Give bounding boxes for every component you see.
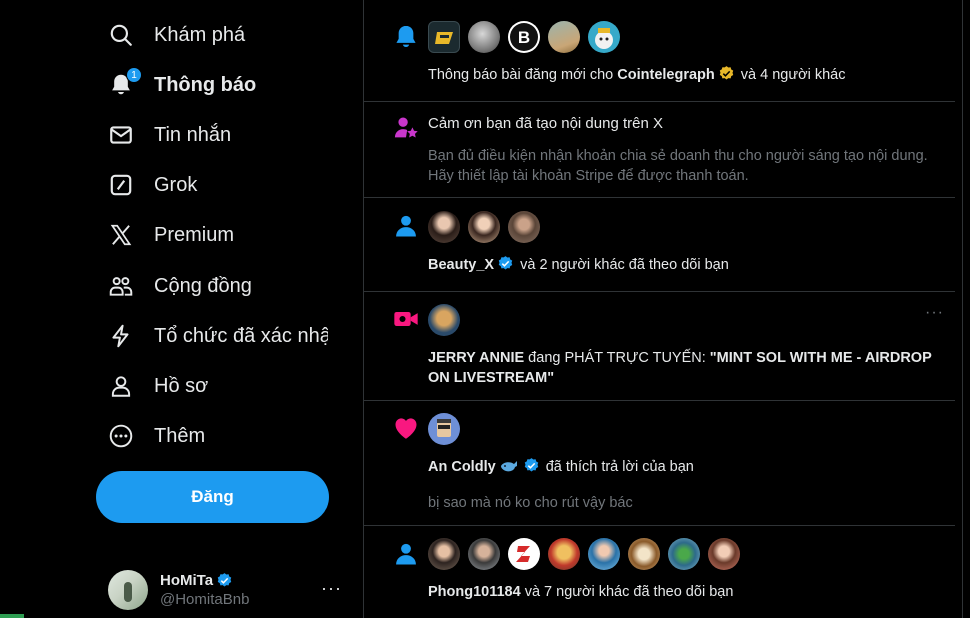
nav-explore[interactable]: Khám phá	[100, 10, 245, 60]
avatar[interactable]	[428, 211, 460, 243]
nav-label: Tin nhắn	[154, 123, 232, 146]
nav-label: Cộng đồng	[154, 274, 252, 297]
person-icon	[108, 373, 134, 399]
notification-text: đã thích trả lời của bạn	[541, 459, 694, 475]
nav-label: Tổ chức đã xác nhậ	[154, 324, 328, 347]
notification-text: đang PHÁT TRỰC TUYẾN:	[524, 350, 710, 366]
nav-label: Grok	[154, 173, 198, 196]
left-sidebar: Khám phá 1 Thông báo Tin nhắn Grok Premi…	[0, 0, 364, 618]
avatar[interactable]	[508, 538, 540, 570]
avatar-row	[428, 538, 748, 570]
nav-verified-orgs[interactable]: Tổ chức đã xác nhậ	[100, 311, 328, 361]
bell-notification-icon	[392, 23, 420, 51]
notification-text: và 7 người khác đã theo dõi bạn	[520, 584, 734, 600]
liked-reply-text: bị sao mà nó ko cho rút vậy bác	[428, 495, 633, 511]
notifications-timeline[interactable]: B Thông báo bài đăng mới cho Cointelegra…	[363, 0, 963, 618]
search-icon	[108, 22, 134, 48]
avatar[interactable]	[428, 413, 460, 445]
avatar	[108, 570, 148, 610]
scrollbar-track[interactable]	[955, 0, 962, 618]
avatar[interactable]	[508, 211, 540, 243]
notification-user-name[interactable]: An Coldly	[428, 459, 496, 475]
avatar[interactable]	[588, 21, 620, 53]
avatar[interactable]	[548, 538, 580, 570]
lightning-icon	[108, 323, 134, 349]
nav-communities[interactable]: Cộng đồng	[100, 261, 252, 311]
people-icon	[108, 273, 134, 299]
more-circle-icon	[108, 423, 134, 449]
creator-star-icon	[392, 114, 420, 142]
nav-premium[interactable]: Premium	[100, 210, 234, 260]
grok-icon	[108, 172, 134, 198]
verified-badge-icon	[216, 572, 233, 589]
follow-person-icon	[392, 212, 420, 240]
envelope-icon	[108, 122, 134, 148]
heart-icon	[392, 414, 420, 442]
notification-item[interactable]: An Coldly đã thích trả lời của bạn bị sa…	[364, 401, 962, 526]
avatar[interactable]	[588, 538, 620, 570]
notification-user-name[interactable]: Cointelegraph	[617, 67, 714, 83]
verified-badge-icon	[497, 255, 514, 272]
avatar[interactable]	[668, 538, 700, 570]
nav-label: Hồ sơ	[154, 374, 209, 397]
nav-label: Khám phá	[154, 23, 246, 46]
svg-text:B: B	[518, 28, 530, 47]
taskbar-indicator	[0, 614, 24, 618]
notification-user-name[interactable]: Phong101184	[428, 584, 521, 600]
avatar[interactable]	[548, 21, 580, 53]
notification-user-name[interactable]: JERRY ANNIE	[428, 350, 524, 366]
notification-item[interactable]: Cảm ơn bạn đã tạo nội dung trên X Bạn đủ…	[364, 102, 962, 198]
bell-icon: 1	[108, 67, 142, 98]
nav-label: Thêm	[154, 424, 206, 447]
notification-text: Thông báo bài đăng mới cho	[428, 67, 618, 83]
whale-emoji-icon	[500, 461, 517, 472]
account-name: HoMiTa	[160, 572, 214, 589]
follow-person-icon	[392, 540, 420, 568]
live-video-icon	[392, 305, 420, 333]
account-handle: @HomitaBnb	[160, 591, 250, 608]
notification-item[interactable]: B Thông báo bài đăng mới cho Cointelegra…	[364, 0, 962, 102]
notification-user-name[interactable]: Beauty_X	[428, 257, 494, 273]
account-more-icon[interactable]: ···	[321, 578, 342, 599]
verified-badge-icon	[523, 457, 540, 474]
nav-grok[interactable]: Grok	[100, 160, 197, 210]
avatar[interactable]	[468, 538, 500, 570]
avatar-row: B	[428, 21, 628, 53]
avatar[interactable]: B	[508, 21, 540, 53]
x-logo-icon	[108, 222, 134, 248]
avatar[interactable]	[428, 304, 460, 336]
account-switcher[interactable]: HoMiTa @HomitaBnb ···	[100, 560, 356, 618]
avatar[interactable]	[468, 21, 500, 53]
avatar[interactable]	[468, 211, 500, 243]
nav-label: Thông báo	[154, 73, 257, 96]
avatar[interactable]	[428, 21, 460, 53]
notification-item[interactable]: Beauty_X và 2 người khác đã theo dõi bạn	[364, 198, 962, 292]
avatar[interactable]	[628, 538, 660, 570]
notification-count-badge: 1	[126, 67, 142, 83]
more-options-icon[interactable]: ···	[925, 304, 944, 322]
post-button[interactable]: Đăng	[96, 471, 329, 523]
notification-title: Cảm ơn bạn đã tạo nội dung trên X	[428, 115, 663, 132]
notification-item[interactable]: Phong101184 và 7 người khác đã theo dõi …	[364, 526, 962, 618]
notification-item[interactable]: ··· JERRY ANNIE đang PHÁT TRỰC TUYẾN: "M…	[364, 292, 962, 401]
avatar-row	[428, 211, 548, 243]
avatar[interactable]	[708, 538, 740, 570]
avatar[interactable]	[428, 538, 460, 570]
nav-notifications[interactable]: 1 Thông báo	[100, 60, 256, 110]
verified-gold-badge-icon	[718, 65, 735, 82]
nav-profile[interactable]: Hồ sơ	[100, 361, 208, 411]
avatar-row	[428, 304, 468, 336]
avatar-row	[428, 413, 468, 445]
nav-more[interactable]: Thêm	[100, 411, 205, 461]
nav-label: Premium	[154, 223, 235, 246]
nav-messages[interactable]: Tin nhắn	[100, 110, 231, 160]
notification-text: và 2 người khác đã theo dõi bạn	[516, 257, 729, 273]
notification-text: và 4 người khác	[736, 67, 846, 83]
notification-body: Bạn đủ điều kiện nhận khoản chia sẻ doan…	[428, 148, 928, 184]
